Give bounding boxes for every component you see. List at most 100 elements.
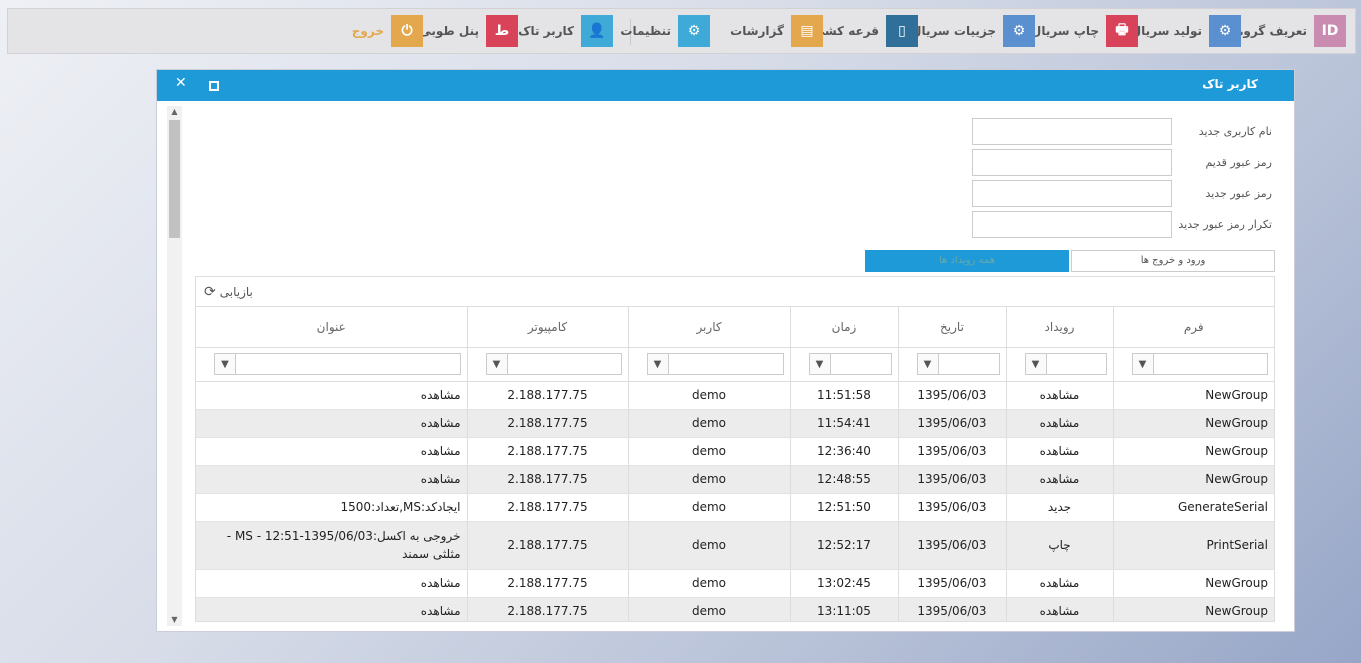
- refresh-button[interactable]: بازیابی ⟳: [204, 284, 253, 300]
- filter-input-event[interactable]: [1046, 353, 1107, 375]
- cell-user: demo: [628, 493, 791, 522]
- toolbar-item-label: کاربر تاک: [518, 24, 574, 38]
- old-password-row: رمز عبور قدیم: [972, 148, 1274, 176]
- column-header-computer[interactable]: کامپیوتر: [467, 307, 629, 348]
- toolbar-item-group-define[interactable]: ID تعریف گروه: [1236, 15, 1346, 47]
- filter-cell-form: ▼: [1113, 347, 1274, 382]
- toolbar-item-label: چاپ سریال: [1030, 24, 1099, 38]
- cell-event: مشاهده: [1006, 381, 1114, 410]
- cell-title: مشاهده: [196, 465, 468, 494]
- close-icon[interactable]: ✕: [175, 75, 187, 91]
- cell-date: 1395/06/03: [898, 521, 1007, 570]
- filter-input-date[interactable]: [938, 353, 1000, 375]
- events-grid: بازیابی ⟳ عنوان کامپیوتر کاربر زمان تاری…: [195, 276, 1275, 622]
- cell-form: NewGroup: [1113, 465, 1274, 494]
- table-row[interactable]: ایجادکد:MS,تعداد:1500 2.188.177.75 demo 12:…: [196, 493, 1274, 522]
- gears-icon: ⚙: [1003, 15, 1035, 47]
- new-username-row: نام کاربری جدید: [972, 117, 1274, 145]
- filter-input-computer[interactable]: [507, 353, 622, 375]
- events-table: عنوان کامپیوتر کاربر زمان تاریخ رویداد ف…: [196, 307, 1274, 621]
- cell-title: ایجادکد:MS,تعداد:1500: [196, 493, 468, 522]
- old-password-input[interactable]: [972, 148, 1172, 176]
- scroll-up-arrow-icon[interactable]: ▲: [167, 106, 182, 118]
- filter-funnel-icon[interactable]: ▼: [808, 353, 831, 375]
- filter-funnel-icon[interactable]: ▼: [485, 353, 508, 375]
- cell-computer: 2.188.177.75: [467, 437, 629, 466]
- gears-icon: ⚙: [1209, 15, 1241, 47]
- cell-user: demo: [628, 597, 791, 621]
- table-row[interactable]: مشاهده 2.188.177.75 demo 11:51:58 1395/06/03…: [196, 381, 1274, 410]
- scrollbar-thumb[interactable]: [169, 120, 180, 238]
- cell-user: demo: [628, 381, 791, 410]
- column-header-date[interactable]: تاریخ: [898, 307, 1007, 348]
- toolbar-item-label: تنظیمات: [620, 24, 671, 38]
- toolbar-item-serial-generate[interactable]: ⚙ تولید سریال: [1131, 15, 1241, 47]
- cell-time: 12:36:40: [790, 437, 899, 466]
- filter-control: ▼: [646, 353, 784, 375]
- cell-date: 1395/06/03: [898, 569, 1007, 598]
- table-row[interactable]: مشاهده 2.188.177.75 demo 11:54:41 1395/06/03…: [196, 409, 1274, 438]
- filter-cell-title: ▼: [196, 347, 468, 382]
- tab-all-events[interactable]: همه رویداد ها: [865, 250, 1069, 272]
- column-header-user[interactable]: کاربر: [628, 307, 791, 348]
- filter-control: ▼: [1131, 353, 1268, 375]
- toolbar-item-label: جزییات سریال: [911, 24, 996, 38]
- cell-computer: 2.188.177.75: [467, 381, 629, 410]
- filter-input-title[interactable]: [236, 353, 461, 375]
- vertical-scrollbar[interactable]: ▲ ▼: [167, 106, 182, 626]
- table-row[interactable]: مشاهده 2.188.177.75 demo 12:36:40 1395/06/03…: [196, 437, 1274, 466]
- cell-time: 12:52:17: [790, 521, 899, 570]
- column-header-time[interactable]: زمان: [790, 307, 899, 348]
- toolbar-item-logout[interactable]: ⏻ خروج: [352, 15, 423, 47]
- filter-funnel-icon[interactable]: ▼: [646, 353, 669, 375]
- tab-login-logout[interactable]: ورود و خروج ها: [1071, 250, 1275, 272]
- cell-form: NewGroup: [1113, 437, 1274, 466]
- new-password-input[interactable]: [972, 179, 1172, 207]
- cell-form: NewGroup: [1113, 569, 1274, 598]
- table-row[interactable]: مشاهده 2.188.177.75 demo 13:02:45 1395/06/03…: [196, 569, 1274, 598]
- cell-date: 1395/06/03: [898, 409, 1007, 438]
- grid-toolbar: بازیابی ⟳: [196, 277, 1274, 307]
- filter-funnel-icon[interactable]: ▼: [1131, 353, 1154, 375]
- filter-input-user[interactable]: [668, 353, 784, 375]
- document-icon: ▤: [791, 15, 823, 47]
- scroll-down-arrow-icon[interactable]: ▼: [167, 614, 182, 626]
- filter-funnel-icon[interactable]: ▼: [214, 353, 236, 375]
- user-tak-window: کاربر تاک ✕ ▲ ▼ نام کاربری جدید رمز عبور…: [156, 69, 1295, 632]
- cell-date: 1395/06/03: [898, 437, 1007, 466]
- cell-computer: 2.188.177.75: [467, 521, 629, 570]
- toolbar-item-label: تعریف گروه: [1236, 24, 1307, 38]
- filter-input-time[interactable]: [830, 353, 892, 375]
- cell-time: 13:11:05: [790, 597, 899, 621]
- cell-computer: 2.188.177.75: [467, 569, 629, 598]
- new-username-input[interactable]: [972, 117, 1172, 145]
- repeat-password-input[interactable]: [972, 210, 1172, 238]
- toolbar-item-user-tak[interactable]: 👤 کاربر تاک: [518, 15, 613, 47]
- new-password-row: رمز عبور جدید: [972, 179, 1274, 207]
- filter-funnel-icon[interactable]: ▼: [916, 353, 939, 375]
- cell-time: 11:54:41: [790, 409, 899, 438]
- filter-input-form[interactable]: [1153, 353, 1268, 375]
- toolbar-item-serial-details[interactable]: ⚙ جزییات سریال: [911, 15, 1035, 47]
- cell-title: مشاهده: [196, 409, 468, 438]
- toolbar-item-settings[interactable]: ⚙ تنظیمات: [620, 15, 710, 47]
- maximize-icon[interactable]: [209, 81, 219, 91]
- toolbar-item-reports[interactable]: ▤ گزارشات: [730, 15, 823, 47]
- toolbar-item-toba-panel[interactable]: ط پنل طوبی: [419, 15, 518, 47]
- column-header-event[interactable]: رویداد: [1006, 307, 1114, 348]
- cell-date: 1395/06/03: [898, 465, 1007, 494]
- table-row[interactable]: مشاهده 2.188.177.75 demo 13:11:05 1395/06/03…: [196, 597, 1274, 621]
- toolbar-item-serial-print[interactable]: 🖶 چاپ سریال: [1031, 15, 1138, 47]
- filter-funnel-icon[interactable]: ▼: [1024, 353, 1047, 375]
- cell-date: 1395/06/03: [898, 493, 1007, 522]
- cell-form: PrintSerial: [1113, 521, 1274, 570]
- power-icon: ⏻: [391, 15, 423, 47]
- toolbar-item-lottery[interactable]: ▯ قرعه کشی: [813, 15, 918, 47]
- table-row[interactable]: مشاهده 2.188.177.75 demo 12:48:55 1395/06/03…: [196, 465, 1274, 494]
- toolbar-item-label: گزارشات: [730, 24, 784, 38]
- filter-cell-date: ▼: [898, 347, 1007, 382]
- column-header-title[interactable]: عنوان: [196, 307, 468, 348]
- cell-event: مشاهده: [1006, 465, 1114, 494]
- column-header-form[interactable]: فرم: [1113, 307, 1274, 348]
- table-row[interactable]: خروجی به اکسل:MS - 12:51-1395/06/03 - مث…: [196, 521, 1274, 570]
